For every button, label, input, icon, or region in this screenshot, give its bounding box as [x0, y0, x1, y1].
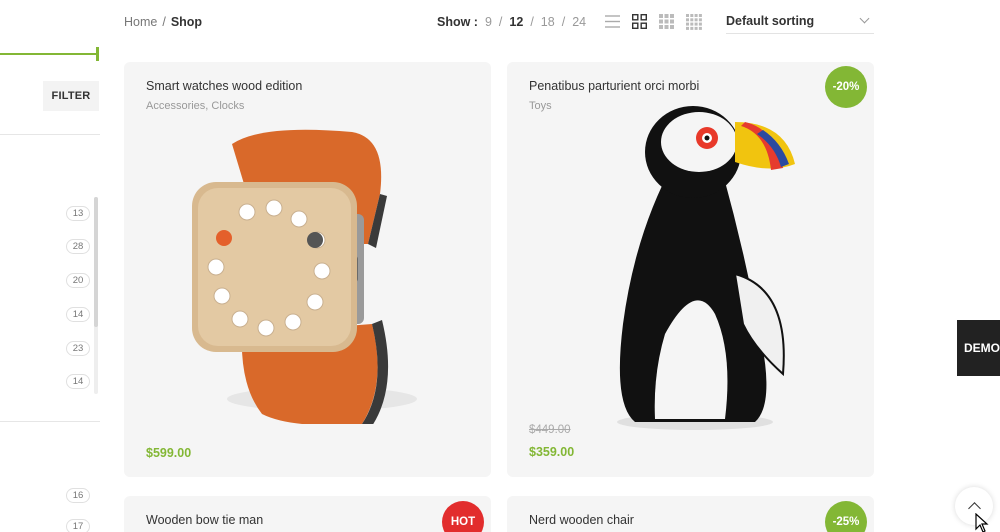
breadcrumb-home-link[interactable]: Home	[124, 15, 157, 29]
product-card[interactable]: Nerd wooden chair -25%	[507, 496, 874, 532]
mouse-cursor-icon	[975, 513, 989, 532]
grid-3-icon[interactable]	[658, 13, 675, 30]
product-categories[interactable]: Accessories, Clocks	[146, 100, 244, 112]
filter-count-badge: 13	[66, 206, 90, 221]
filter-count-badge: 14	[66, 374, 90, 389]
per-page-option-18[interactable]: 18	[541, 15, 555, 29]
product-categories[interactable]: Toys	[529, 100, 552, 112]
product-title[interactable]: Smart watches wood edition	[146, 79, 302, 93]
demo-panel-button[interactable]: DEMO	[957, 320, 1000, 376]
grid-2-icon[interactable]	[631, 13, 648, 30]
per-page-separator: /	[561, 15, 566, 29]
product-card[interactable]: Penatibus parturient orci morbi Toys -20…	[507, 62, 874, 477]
sidebar-scrollbar-thumb[interactable]	[94, 197, 98, 327]
per-page-option-24[interactable]: 24	[572, 15, 586, 29]
per-page-label: Show :	[437, 15, 478, 29]
per-page-separator: /	[530, 15, 534, 29]
filter-count-badge: 20	[66, 273, 90, 288]
shop-page: FILTER 13 28 20 14 23 14 16 17 Home / Sh…	[0, 0, 1000, 532]
breadcrumb-current: Shop	[170, 15, 203, 29]
view-mode-switcher	[604, 13, 702, 30]
product-title[interactable]: Penatibus parturient orci morbi	[529, 79, 699, 93]
hot-badge: HOT	[442, 501, 484, 532]
sorting-value: Default sorting	[726, 13, 815, 28]
breadcrumb: Home / Shop	[124, 15, 202, 29]
product-price: $599.00	[146, 446, 192, 460]
per-page-option-12[interactable]: 12	[509, 15, 523, 29]
chevron-down-icon	[859, 13, 870, 24]
sale-badge: -20%	[825, 66, 867, 108]
product-price: $359.00	[529, 445, 575, 459]
sidebar-divider	[0, 421, 100, 422]
filter-count-badge: 28	[66, 239, 90, 254]
product-title[interactable]: Nerd wooden chair	[529, 513, 634, 527]
list-view-icon[interactable]	[604, 13, 621, 30]
per-page-selector: Show : 9 / 12 / 18 / 24	[437, 15, 586, 29]
grid-4-icon[interactable]	[685, 13, 702, 30]
price-slider-track[interactable]	[0, 53, 98, 55]
product-card[interactable]: Smart watches wood edition Accessories, …	[124, 62, 491, 477]
product-card[interactable]: Wooden bow tie man HOT	[124, 496, 491, 532]
sorting-select[interactable]: Default sorting	[726, 8, 874, 34]
filter-count-badge: 16	[66, 488, 90, 503]
per-page-option-9[interactable]: 9	[485, 15, 492, 29]
product-title[interactable]: Wooden bow tie man	[146, 513, 263, 527]
product-old-price: $449.00	[529, 424, 571, 436]
puffin-toy-image[interactable]	[595, 104, 805, 434]
per-page-separator: /	[498, 15, 503, 29]
smart-watch-image[interactable]	[172, 124, 432, 424]
filter-button[interactable]: FILTER	[43, 81, 99, 111]
filter-count-badge: 14	[66, 307, 90, 322]
sidebar-divider	[0, 134, 100, 135]
filter-count-badge: 23	[66, 341, 90, 356]
breadcrumb-separator: /	[162, 15, 166, 29]
price-slider-handle[interactable]	[96, 47, 99, 61]
sale-badge: -25%	[825, 501, 867, 532]
filter-count-badge: 17	[66, 519, 90, 532]
